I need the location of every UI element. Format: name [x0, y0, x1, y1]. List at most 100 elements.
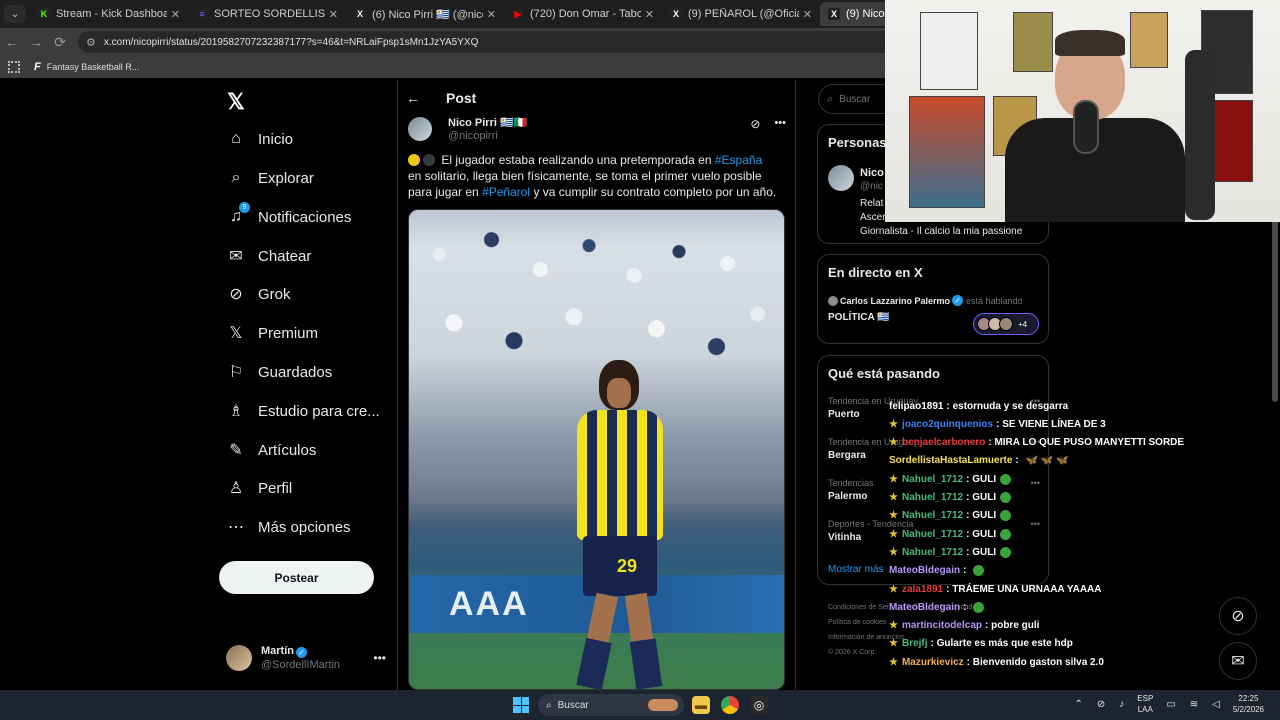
chat-text: GULI [972, 546, 997, 558]
sidebar-item-chatear[interactable]: ✉ Chatear [227, 241, 311, 271]
close-tab-icon[interactable]: ✕ [171, 8, 180, 21]
shirt-number: 29 [617, 556, 638, 576]
live-topic: POLÍTICA 🇺🇾 [828, 312, 890, 323]
chat-message: MateoBldegain: [889, 563, 985, 579]
ad-board-text: AAA [449, 585, 529, 623]
back-arrow-icon[interactable]: ← [406, 90, 436, 106]
reload-icon[interactable]: ⟳ [48, 34, 72, 51]
back-icon[interactable]: ← [0, 34, 24, 50]
chat-message: ★ Brejfj: Gularte es más que este hdp [889, 636, 1073, 652]
chat-text: estornuda y se desgarra [952, 400, 1069, 412]
author-name[interactable]: Nico Pirri [448, 117, 497, 129]
grok-icon: ⊘ [229, 286, 243, 303]
windows-start-icon[interactable] [513, 697, 529, 713]
microphone-icon[interactable]: ♪ [1119, 699, 1124, 710]
show-more-link[interactable]: Mostrar más [828, 564, 884, 575]
trend-more-icon[interactable]: ••• [1031, 519, 1040, 529]
clock[interactable]: 22:25 5/2/2026 [1233, 693, 1264, 715]
tab-title: (720) Don Omar - Taboo - YouT [530, 8, 641, 20]
tab-search-button[interactable]: ⌄ [4, 5, 26, 23]
star-badge-icon: ★ [889, 620, 898, 632]
listeners-pill[interactable]: +4 [973, 313, 1039, 335]
avatar[interactable] [408, 117, 432, 141]
live-host-name: Carlos Lazzarino Palermo [840, 295, 951, 306]
chat-username: joaco2quinquenios [901, 418, 994, 430]
mail-icon: ✉ [229, 248, 243, 265]
star-badge-icon: ★ [889, 546, 898, 558]
poster-gta [909, 96, 985, 208]
sidebar-item-guardados[interactable]: ⚐ Guardados [227, 357, 332, 387]
display-icon[interactable]: ▭ [1166, 699, 1175, 710]
sidebar-item-inicio[interactable]: ⌂ Inicio [227, 124, 293, 154]
system-tray: ⌃ ⊘ ♪ ESP LAA ▭ ≋ ◁ 22:25 5/2/2026 [1068, 693, 1270, 715]
site-info-icon[interactable]: ⚙ [86, 36, 96, 49]
chat-message: ★ joaco2quinquenios: SE VIENE LÍNEA DE 3 [889, 416, 1106, 432]
grok-icon[interactable]: ⊘ [750, 117, 760, 131]
sidebar-item-label: Estudio para cre... [258, 402, 380, 420]
chat-text: GULI [972, 492, 997, 503]
tweet-image[interactable]: AAA 29 [408, 209, 785, 690]
emote-icon [973, 601, 985, 613]
sidebar-item-estudio-para-cre[interactable]: ♗ Estudio para cre... [227, 396, 380, 426]
tab-title: (9) PEÑAROL (@OficialCAP) / X [688, 8, 799, 20]
left-sidebar: 𝕏 ⌂ Inicio ⌕ Explorar ♫ 9 Notificaciones ✉ Chate… [219, 80, 397, 690]
avatar[interactable] [828, 165, 854, 191]
sidebar-item-notificaciones[interactable]: ♫ 9 Notificaciones [227, 202, 351, 232]
live-card[interactable]: En directo en X Carlos Lazzarino Palermo… [817, 254, 1049, 344]
obs-icon[interactable]: ◎ [750, 696, 768, 714]
author-handle[interactable]: @nicopirri [448, 130, 527, 143]
close-tab-icon[interactable]: ✕ [803, 8, 812, 21]
chevron-up-icon[interactable]: ⌃ [1075, 699, 1083, 710]
microphone-icon [1073, 100, 1099, 154]
browser-tab[interactable]: X (6) Nico Pirri 🇺🇾 (@nicopirri) / ✕ [346, 2, 504, 26]
chrome-icon[interactable] [721, 696, 739, 714]
close-tab-icon[interactable]: ✕ [329, 8, 338, 21]
lang-line: ESP [1137, 694, 1154, 703]
search-placeholder: Buscar [839, 93, 871, 105]
trend-more-icon[interactable]: ••• [1031, 478, 1040, 488]
close-tab-icon[interactable]: ✕ [645, 8, 654, 21]
browser-tab[interactable]: ≡ SORTEO SORDELLISTA: CAMISE ✕ [188, 2, 346, 26]
listeners-count: +4 [1018, 319, 1028, 329]
sidebar-item-label: Perfil [258, 479, 293, 497]
volume-icon[interactable]: ◁ [1212, 699, 1220, 710]
x-logo-icon[interactable]: 𝕏 [227, 89, 245, 115]
taskbar-search[interactable]: ⌕ Buscar [538, 694, 684, 716]
network-off-icon[interactable]: ⊘ [1097, 699, 1105, 710]
account-switcher[interactable]: Martín ✓ @SordellIMartin ••• [226, 642, 386, 674]
hashtag-link[interactable]: #España [715, 153, 762, 167]
browser-tab[interactable]: X (9) PEÑAROL (@OficialCAP) / X ✕ [662, 2, 820, 26]
apps-grid-icon[interactable] [8, 61, 20, 73]
chat-colon: : [963, 601, 970, 613]
chat-message: ★ Nahuel_1712: GULI [889, 490, 1012, 506]
chat-username: Mazurkievicz [901, 656, 964, 668]
messages-fab-icon[interactable]: ✉ [1219, 642, 1257, 680]
bookmark-item[interactable]: Fantasy Basketball R... [47, 62, 140, 72]
taskbar-search-label: Buscar [557, 699, 589, 711]
language-indicator[interactable]: ESP LAA [1137, 693, 1153, 715]
account-more-icon[interactable]: ••• [373, 651, 386, 665]
address-bar[interactable]: ⚙ x.com/nicopirri/status/201958270723238… [78, 31, 948, 53]
sidebar-item-grok[interactable]: ⊘ Grok [227, 279, 290, 309]
person-name[interactable]: Nico [860, 167, 884, 179]
grok-fab-icon[interactable]: ⊘ [1219, 597, 1257, 635]
hashtag-link[interactable]: #Peñarol [482, 185, 530, 199]
sidebar-item-explorar[interactable]: ⌕ Explorar [227, 163, 314, 193]
sidebar-item-artículos[interactable]: ✎ Artículos [227, 435, 316, 465]
wifi-icon[interactable]: ≋ [1190, 699, 1198, 710]
sidebar-item-más-opciones[interactable]: ⋯ Más opciones [227, 512, 351, 542]
browser-tab[interactable]: K Stream - Kick Dashboard ✕ [30, 2, 188, 26]
tweet-more-icon[interactable]: ••• [774, 117, 786, 129]
chat-message: felipao1891: estornuda y se desgarra [889, 398, 1068, 414]
file-explorer-icon[interactable]: ▬ [692, 696, 710, 714]
sidebar-item-premium[interactable]: 𝕏 Premium [227, 318, 318, 348]
sidebar-item-label: Artículos [258, 441, 317, 459]
post-button[interactable]: Postear [219, 561, 374, 594]
forward-icon[interactable]: → [24, 34, 48, 50]
card-title: Personas [828, 135, 887, 150]
search-icon: ⌕ [827, 92, 834, 105]
close-tab-icon[interactable]: ✕ [487, 8, 496, 21]
tweet-text: El jugador estaba realizando una pretemp… [408, 152, 778, 200]
browser-tab[interactable]: ▶ (720) Don Omar - Taboo - YouT ✕ [504, 2, 662, 26]
sidebar-item-perfil[interactable]: ♙ Perfil [227, 473, 292, 503]
